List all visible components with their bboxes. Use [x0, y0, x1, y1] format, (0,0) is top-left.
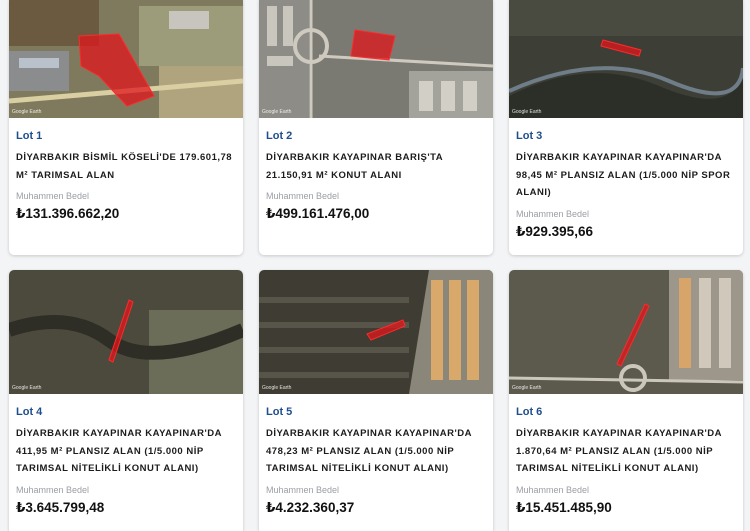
lot-card-4[interactable]: Google Earth Lot 4 DİYARBAKIR KAYAPINAR … — [9, 270, 243, 531]
satellite-image[interactable]: Google Earth — [9, 0, 243, 118]
google-earth-watermark: Google Earth — [262, 109, 292, 115]
lot-title[interactable]: DİYARBAKIR KAYAPINAR KAYAPINAR'DA 478,23… — [266, 425, 486, 478]
estimate-label: Muhammen Bedel — [516, 208, 590, 219]
lot-number: Lot 3 — [516, 130, 543, 142]
lot-title[interactable]: DİYARBAKIR KAYAPINAR KAYAPINAR'DA 411,95… — [16, 425, 236, 478]
lot-card-3[interactable]: Google Earth Lot 3 DİYARBAKIR KAYAPINAR … — [509, 0, 743, 255]
satellite-image[interactable]: Google Earth — [259, 0, 493, 118]
estimated-price: ₺131.396.662,20 — [16, 206, 120, 221]
google-earth-watermark: Google Earth — [262, 385, 292, 391]
estimate-label: Muhammen Bedel — [16, 484, 90, 495]
satellite-image[interactable]: Google Earth — [509, 270, 743, 394]
google-earth-watermark: Google Earth — [512, 385, 542, 391]
satellite-image[interactable]: Google Earth — [9, 270, 243, 394]
estimate-label: Muhammen Bedel — [16, 191, 90, 201]
lot-number: Lot 1 — [16, 130, 43, 142]
lot-card-2[interactable]: Google Earth Lot 2 DİYARBAKIR KAYAPINAR … — [259, 0, 493, 255]
estimated-price: ₺929.395,66 — [516, 223, 593, 239]
satellite-image[interactable]: Google Earth — [509, 0, 743, 118]
lot-title[interactable]: DİYARBAKIR BİSMİL KÖSELİ'DE 179.601,78 M… — [16, 149, 236, 184]
estimated-price: ₺499.161.476,00 — [266, 206, 370, 221]
estimate-label: Muhammen Bedel — [266, 191, 340, 201]
lot-card-5[interactable]: Google Earth Lot 5 DİYARBAKIR KAYAPINAR … — [259, 270, 493, 531]
google-earth-watermark: Google Earth — [12, 109, 42, 115]
lot-title[interactable]: DİYARBAKIR KAYAPINAR BARIŞ'TA 21.150,91 … — [266, 149, 486, 184]
estimated-price: ₺4.232.360,37 — [266, 499, 355, 515]
estimated-price: ₺3.645.799,48 — [16, 499, 105, 515]
satellite-image[interactable]: Google Earth — [259, 270, 493, 394]
estimate-label: Muhammen Bedel — [516, 484, 590, 495]
estimated-price: ₺15.451.485,90 — [516, 499, 612, 515]
lot-number: Lot 6 — [516, 406, 543, 418]
lot-grid: Google Earth Lot 1 DİYARBAKIR BİSMİL KÖS… — [0, 0, 750, 531]
lot-number: Lot 2 — [266, 130, 293, 142]
lot-title[interactable]: DİYARBAKIR KAYAPINAR KAYAPINAR'DA 1.870,… — [516, 425, 736, 478]
lot-number: Lot 5 — [266, 406, 293, 418]
lot-title[interactable]: DİYARBAKIR KAYAPINAR KAYAPINAR'DA 98,45 … — [516, 149, 736, 202]
google-earth-watermark: Google Earth — [512, 109, 542, 115]
lot-card-6[interactable]: Google Earth Lot 6 DİYARBAKIR KAYAPINAR … — [509, 270, 743, 531]
estimate-label: Muhammen Bedel — [266, 484, 340, 495]
lot-number: Lot 4 — [16, 406, 43, 418]
google-earth-watermark: Google Earth — [12, 385, 42, 391]
lot-card-1[interactable]: Google Earth Lot 1 DİYARBAKIR BİSMİL KÖS… — [9, 0, 243, 255]
